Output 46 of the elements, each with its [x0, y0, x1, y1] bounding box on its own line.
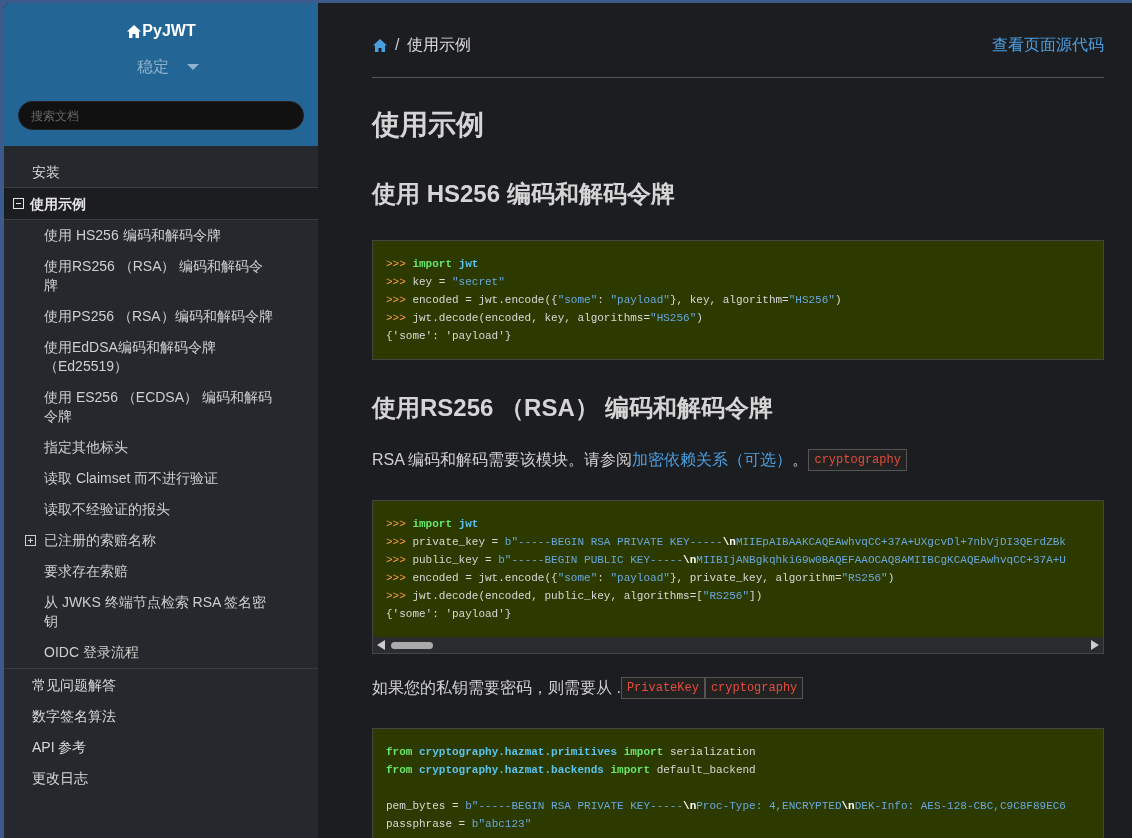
- scroll-left-icon: [377, 640, 385, 650]
- collapse-icon: [13, 198, 24, 209]
- nav-subitem[interactable]: 使用PS256 （RSA）编码和解码令牌: [4, 301, 318, 332]
- home-icon: [126, 23, 142, 39]
- code-block: >>> import jwt >>> key = "secret" >>> encoded = jwt.encode({"some": "payload"}, key, algorithm="HS256") >>> jwt.decode(encoded, key, algorithms="HS256") {'some': 'payload'}: [372, 240, 1104, 360]
- search-field[interactable]: 搜索文档: [18, 101, 304, 130]
- nav-subitem[interactable]: 使用RS256 （RSA） 编码和解码令牌: [4, 251, 318, 301]
- home-icon: [372, 37, 387, 53]
- nav-item[interactable]: 数字签名算法: [4, 700, 318, 731]
- nav-item[interactable]: 更改日志: [4, 762, 318, 793]
- nav-subitem[interactable]: 使用 HS256 编码和解码令牌: [4, 220, 318, 251]
- home-link[interactable]: [372, 37, 387, 53]
- nav-subitem[interactable]: 从 JWKS 终端节点检索 RSA 签名密钥: [4, 587, 318, 637]
- scrollbar-thumb[interactable]: [391, 641, 433, 649]
- nav-subitem[interactable]: 读取 Claimset 而不进行验证: [4, 463, 318, 494]
- nav-subitem[interactable]: 使用EdDSA编码和解码令牌（Ed25519）: [4, 332, 318, 382]
- project-link[interactable]: PyJWT: [126, 19, 196, 43]
- dependency-link[interactable]: 加密依赖关系（可选）: [632, 448, 793, 472]
- scroll-right-icon: [1091, 640, 1099, 650]
- nav-subitem[interactable]: 读取不经验证的报头: [4, 494, 318, 525]
- expand-icon: [25, 535, 36, 546]
- page-heading: 使用示例: [372, 108, 485, 142]
- nav-subitem[interactable]: 指定其他标头: [4, 432, 318, 463]
- nav-subitem[interactable]: 已注册的索赔名称: [4, 525, 318, 556]
- inline-code: cryptography: [704, 677, 804, 699]
- paragraph-text: RSA 编码和解码需要该模块。请参阅: [372, 450, 633, 470]
- nav-subitem[interactable]: 使用 ES256 （ECDSA） 编码和解码令牌: [4, 382, 318, 432]
- inline-code: PrivateKey: [620, 677, 705, 699]
- nav-item[interactable]: 安装: [4, 156, 318, 187]
- section-heading: 使用 HS256 编码和解码令牌: [372, 179, 676, 209]
- caret-icon: [187, 64, 199, 70]
- nav-item[interactable]: 常见问题解答: [4, 669, 318, 700]
- breadcrumb-separator: /: [395, 35, 400, 55]
- nav-subitem[interactable]: 要求存在索赔: [4, 556, 318, 587]
- inline-code: cryptography: [808, 449, 907, 471]
- section-heading: 使用RS256 （RSA） 编码和解码令牌: [372, 393, 775, 423]
- paragraph-text: 。: [792, 450, 809, 470]
- view-source-link[interactable]: 查看页面源代码: [992, 33, 1104, 57]
- code-block: >>> import jwt >>> private_key = b"-----BEGIN RSA PRIVATE KEY-----\nMIIEpAIBAAKCAQEAwhvqCC+37A+UXgcvDl+7nbVjDI3QErdZBk >>> public_key = b"-----BEGIN PUBLIC KEY-----\nMIIBIjANBgkqhkiG9w0BAQEFAAOCAQ8AMIIBCgKCAQEAwhvqCC+37A+U >>> encoded = jwt.encode({"some": "payload"}, private_key, algorithm="RS256") >>> jwt.decode(encoded, public_key, algorithms=["RS256"]) {'some': 'payload'}: [372, 500, 1104, 654]
- breadcrumb-current: 使用示例: [407, 35, 472, 55]
- paragraph-text: 如果您的私钥需要密码，则需要从 .: [372, 678, 621, 698]
- nav-item[interactable]: 使用示例: [4, 187, 318, 220]
- code-block: from cryptography.hazmat.primitives import serialization from cryptography.hazmat.backends import default_backend pem_bytes = b"-----BEGIN RSA PRIVATE KEY-----\nProc-Type: 4,ENCRYPTED\nDEK-Info: AES-128-CBC,C9C8F89EC6 passphrase = b"abc123": [372, 728, 1104, 838]
- horizontal-scrollbar[interactable]: [373, 637, 1103, 653]
- nav-subitem[interactable]: OIDC 登录流程: [4, 637, 318, 668]
- nav-item[interactable]: API 参考: [4, 731, 318, 762]
